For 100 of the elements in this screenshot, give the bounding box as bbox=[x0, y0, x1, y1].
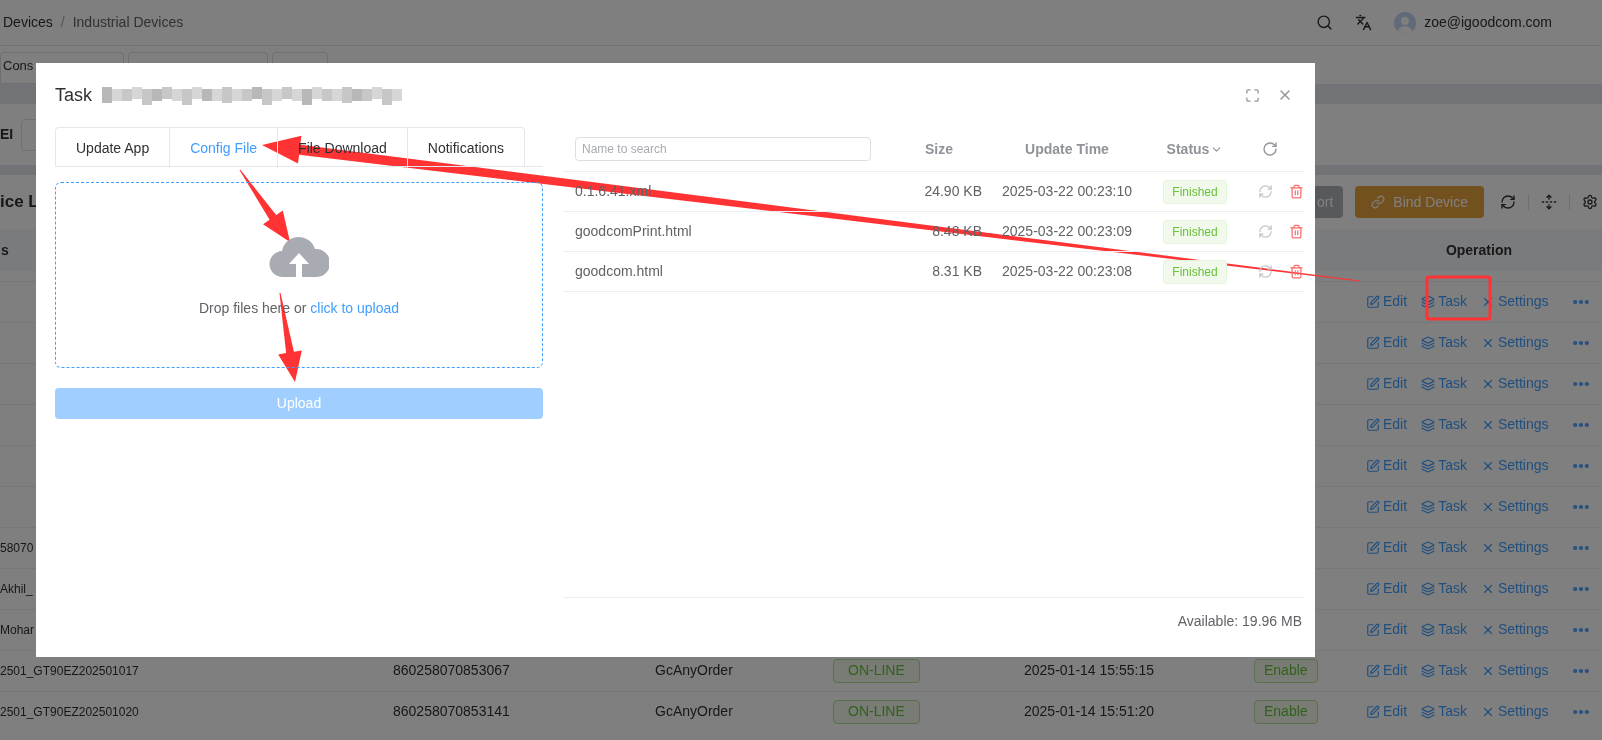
task-link[interactable]: Task bbox=[1421, 578, 1467, 599]
search-field[interactable]: Name to search bbox=[575, 137, 871, 161]
edit-link[interactable]: Edit bbox=[1366, 291, 1408, 312]
enable-tag[interactable]: Enable bbox=[1254, 658, 1318, 683]
layers-icon bbox=[1421, 540, 1436, 555]
user-email[interactable]: zoe@igoodcom.com bbox=[1424, 12, 1552, 33]
file-name: goodcom.html bbox=[574, 262, 664, 281]
task-link[interactable]: Task bbox=[1421, 455, 1467, 476]
edit-link[interactable]: Edit bbox=[1366, 414, 1408, 435]
status-tag: Finished bbox=[1163, 259, 1227, 284]
delete-icon[interactable] bbox=[1289, 184, 1304, 199]
table-cell-text: 2025-01-14 15:55:15 bbox=[1024, 661, 1154, 680]
avatar-icon[interactable] bbox=[1394, 11, 1417, 34]
edit-link[interactable]: Edit bbox=[1366, 537, 1408, 558]
highlight-box bbox=[1425, 275, 1492, 321]
enable-tag[interactable]: Enable bbox=[1254, 699, 1318, 724]
status-tag: ON-LINE bbox=[833, 699, 920, 724]
settings-link[interactable]: Settings bbox=[1480, 291, 1549, 312]
status-tag: ON-LINE bbox=[833, 658, 920, 683]
edit-icon bbox=[1366, 294, 1380, 309]
refresh-icon[interactable] bbox=[1500, 194, 1516, 210]
settings-link[interactable]: Settings bbox=[1480, 537, 1549, 558]
edit-link[interactable]: Edit bbox=[1366, 701, 1408, 722]
layers-icon bbox=[1421, 581, 1436, 596]
task-link[interactable]: Task bbox=[1421, 660, 1467, 681]
translate-icon[interactable] bbox=[1355, 14, 1373, 31]
task-link[interactable]: Task bbox=[1421, 496, 1467, 517]
dialog-tab[interactable]: Update App bbox=[56, 128, 170, 168]
refresh-icon[interactable] bbox=[1262, 141, 1278, 157]
available-space: Available: 19.96 MB bbox=[1177, 612, 1302, 631]
column-header: Update Time bbox=[1024, 139, 1110, 159]
breadcrumb-current: Industrial Devices bbox=[72, 13, 184, 32]
table-cell-text: GcAnyOrder bbox=[655, 661, 733, 680]
table-cell-text: 58070 bbox=[0, 539, 34, 557]
settings-link[interactable]: Settings bbox=[1480, 660, 1549, 681]
search-icon[interactable] bbox=[1316, 14, 1334, 31]
delete-icon[interactable] bbox=[1289, 264, 1304, 279]
task-link[interactable]: Task bbox=[1421, 332, 1467, 353]
settings-icon[interactable] bbox=[1582, 194, 1598, 210]
task-link[interactable]: Task bbox=[1421, 537, 1467, 558]
edit-icon bbox=[1366, 622, 1380, 637]
layers-icon bbox=[1421, 704, 1436, 719]
table-cell-text: 2025-01-14 15:51:20 bbox=[1024, 702, 1154, 721]
bind-device-button[interactable]: Bind Device bbox=[1355, 186, 1484, 218]
edit-link[interactable]: Edit bbox=[1366, 619, 1408, 640]
edit-link[interactable]: Edit bbox=[1366, 332, 1408, 353]
layers-icon bbox=[1421, 622, 1436, 637]
edit-icon bbox=[1366, 499, 1380, 514]
layers-icon bbox=[1421, 376, 1436, 391]
retry-icon[interactable] bbox=[1258, 264, 1273, 279]
edit-link[interactable]: Edit bbox=[1366, 455, 1408, 476]
breadcrumb-separator: / bbox=[60, 13, 65, 32]
edit-icon bbox=[1366, 417, 1380, 432]
column-header: Operation bbox=[1445, 240, 1512, 260]
breadcrumb-link[interactable]: Devices bbox=[3, 12, 53, 33]
edit-icon bbox=[1366, 581, 1380, 596]
task-link[interactable]: Task bbox=[1421, 373, 1467, 394]
edit-icon bbox=[1366, 704, 1380, 719]
table-cell-text: 860258070853141 bbox=[393, 702, 510, 721]
settings-link[interactable]: Settings bbox=[1480, 578, 1549, 599]
settings-link[interactable]: Settings bbox=[1480, 619, 1549, 640]
update-time: 2025-03-22 00:23:10 bbox=[1001, 182, 1133, 201]
density-icon[interactable] bbox=[1541, 194, 1557, 210]
edit-link[interactable]: Edit bbox=[1366, 578, 1408, 599]
update-time: 2025-03-22 00:23:08 bbox=[1001, 262, 1133, 281]
edit-icon bbox=[1366, 540, 1380, 555]
delete-icon[interactable] bbox=[1289, 224, 1304, 239]
task-link[interactable]: Task bbox=[1421, 414, 1467, 435]
table-cell-text: Mohar bbox=[0, 621, 34, 639]
settings-link[interactable]: Settings bbox=[1480, 701, 1549, 722]
retry-icon[interactable] bbox=[1258, 184, 1273, 199]
filter-label: EI bbox=[0, 125, 14, 144]
settings-link[interactable]: Settings bbox=[1480, 496, 1549, 517]
table-cell-text: 2501_GT90EZ202501017 bbox=[0, 662, 139, 680]
settings-link[interactable]: Settings bbox=[1480, 455, 1549, 476]
layers-icon bbox=[1421, 458, 1436, 473]
table-cell-text: 2501_GT90EZ202501020 bbox=[0, 703, 139, 721]
file-size: 8.31 KB bbox=[931, 262, 982, 281]
edit-link[interactable]: Edit bbox=[1366, 660, 1408, 681]
settings-link[interactable]: Settings bbox=[1480, 332, 1549, 353]
edit-icon bbox=[1366, 376, 1380, 391]
task-link[interactable]: Task bbox=[1421, 619, 1467, 640]
dialog-tab[interactable]: Config File bbox=[169, 128, 278, 169]
task-link[interactable]: Task bbox=[1421, 701, 1467, 722]
edit-link[interactable]: Edit bbox=[1366, 496, 1408, 517]
fullscreen-icon[interactable] bbox=[1245, 87, 1260, 103]
status-filter[interactable]: Status bbox=[1152, 138, 1238, 160]
edit-link[interactable]: Edit bbox=[1366, 373, 1408, 394]
settings-link[interactable]: Settings bbox=[1480, 373, 1549, 394]
retry-icon[interactable] bbox=[1258, 224, 1273, 239]
column-header: s bbox=[0, 240, 9, 260]
dialog-tab[interactable]: Notifications bbox=[406, 128, 525, 168]
layers-icon bbox=[1421, 499, 1436, 514]
layers-icon bbox=[1421, 335, 1436, 350]
status-tag: Finished bbox=[1163, 179, 1227, 204]
settings-link[interactable]: Settings bbox=[1480, 414, 1549, 435]
task-link[interactable]: Task bbox=[1421, 291, 1467, 312]
file-size: 24.90 KB bbox=[923, 182, 982, 201]
layers-icon bbox=[1421, 417, 1436, 432]
edit-icon bbox=[1366, 663, 1380, 678]
